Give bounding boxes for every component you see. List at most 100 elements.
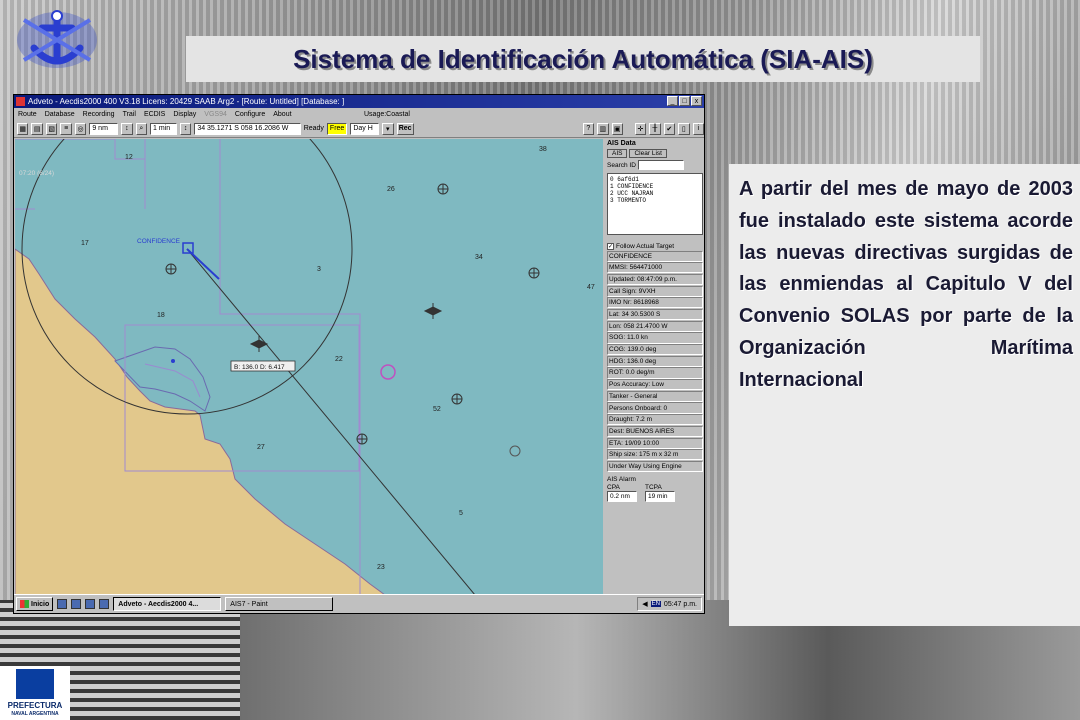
- bearing-distance-box: B: 136.0 D: 6.417: [234, 364, 285, 371]
- detail-row: Under Way Using Engine: [607, 460, 703, 473]
- menu-bar: Route Database Recording Trail ECDIS Dis…: [14, 108, 704, 120]
- check-icon[interactable]: ✔: [663, 122, 676, 135]
- chart-corner-label: 07:20 (6/24): [19, 170, 54, 177]
- panel-icon[interactable]: ▣: [611, 122, 623, 135]
- menu-route[interactable]: Route: [18, 111, 37, 118]
- cpa-input[interactable]: 0.2 nm: [607, 491, 637, 503]
- volume-icon[interactable]: ◀: [642, 600, 647, 608]
- sounding-label: 18: [157, 312, 165, 319]
- grid-icon[interactable]: ▦: [17, 122, 29, 135]
- nautical-chart[interactable]: 12 38 26 17 3 34 47 18 22 52 27 5 23 CON…: [15, 139, 603, 595]
- chart-icon[interactable]: ▧: [45, 122, 58, 135]
- detail-row: Pos Accuracy: Low: [607, 379, 703, 391]
- detail-row: Ship size: 175 m x 32 m: [607, 449, 703, 461]
- rec-button[interactable]: Rec: [396, 122, 414, 135]
- task-paint[interactable]: AIS7 - Paint: [225, 597, 334, 611]
- display-mode-select[interactable]: Day H: [350, 122, 380, 135]
- menu-configure[interactable]: Configure: [235, 111, 265, 118]
- status-ready: Ready: [303, 125, 324, 132]
- ais-target-list[interactable]: 0 6af6d1 1 CONFIDENCE 2 UCC NAJRAN 3 TOR…: [607, 173, 703, 235]
- tcpa-label: TCPA: [645, 484, 662, 492]
- ais-data-panel: AIS Data AIS Clear List Search ID 0 6af6…: [605, 139, 705, 595]
- quicklaunch-desktop-icon[interactable]: [71, 599, 82, 609]
- sounding-label: 26: [387, 186, 395, 193]
- menu-about[interactable]: About: [273, 111, 291, 118]
- quicklaunch-ie-icon[interactable]: [57, 599, 68, 609]
- mode-free-badge[interactable]: Free: [326, 122, 348, 135]
- start-label: Inicio: [31, 600, 50, 608]
- language-indicator[interactable]: EN: [650, 601, 661, 607]
- detail-row: Lat: 34 30.5300 S: [607, 308, 703, 321]
- ais-panel-header: AIS Data: [607, 140, 636, 147]
- sounding-label: 27: [257, 444, 265, 451]
- ais-alarm-group: AIS Alarm CPA 0.2 nm TCPA 19 min: [607, 476, 703, 503]
- close-button[interactable]: x: [691, 96, 702, 106]
- detail-row: Lon: 058 21.4700 W: [607, 320, 703, 332]
- quicklaunch-mail-icon[interactable]: [85, 599, 96, 609]
- measure-icon[interactable]: ╫: [649, 122, 661, 135]
- detail-row: Dest: BUENOS AIRES: [607, 425, 703, 437]
- menu-trail[interactable]: Trail: [123, 111, 136, 118]
- interval-select[interactable]: 1 min: [150, 122, 177, 135]
- clock: 05:47 p.m.: [663, 600, 697, 608]
- ais-alarm-label: AIS Alarm: [607, 476, 636, 484]
- quicklaunch-media-icon[interactable]: [99, 599, 110, 609]
- prefectura-logo: PREFECTURA NAVAL ARGENTINA: [0, 666, 70, 720]
- crosshair-icon[interactable]: ✛: [634, 122, 647, 135]
- menu-vgs94[interactable]: VGS94: [204, 111, 227, 118]
- maximize-button[interactable]: □: [679, 96, 690, 106]
- start-button[interactable]: Inicio: [16, 597, 54, 611]
- sounding-label: 47: [587, 284, 595, 291]
- detail-row: COG: 139.0 deg: [607, 344, 703, 356]
- chart-canvas[interactable]: 12 38 26 17 3 34 47 18 22 52 27 5 23 CON…: [15, 139, 603, 595]
- sounding-label: 12: [125, 154, 133, 161]
- ecdis-window[interactable]: Adveto - Aecdis2000 400 V3.18 Licens: 20…: [13, 94, 705, 614]
- help-icon[interactable]: ?: [582, 122, 595, 135]
- menu-display[interactable]: Display: [173, 111, 196, 118]
- menu-ecdis[interactable]: ECDIS: [144, 111, 165, 118]
- detail-row: CONFIDENCE: [607, 250, 703, 262]
- sounding-label: 52: [433, 406, 441, 413]
- windows-logo-icon: [20, 600, 29, 608]
- menu-database[interactable]: Database: [45, 111, 75, 118]
- detail-row: HDG: 136.0 deg: [607, 355, 703, 367]
- target-icon[interactable]: ◎: [74, 122, 87, 135]
- list-item[interactable]: 1 CONFIDENCE: [610, 183, 700, 190]
- list-item[interactable]: 2 UCC NAJRAN: [610, 190, 700, 197]
- app-icon: [16, 97, 25, 106]
- minimize-button[interactable]: _: [667, 96, 678, 106]
- prefectura-emblem-icon: [16, 669, 54, 699]
- range-select[interactable]: 9 nm: [89, 122, 119, 135]
- list-item[interactable]: 3 TORMENTO: [610, 197, 700, 204]
- table-icon[interactable]: ▥: [597, 122, 609, 135]
- task-adveto[interactable]: Adveto - Aecdis2000 4...: [113, 597, 222, 611]
- usage-label: Usage:Coastal: [364, 110, 410, 118]
- window-titlebar[interactable]: Adveto - Aecdis2000 400 V3.18 Licens: 20…: [14, 95, 704, 108]
- chevron-down-icon[interactable]: ▾: [382, 122, 394, 135]
- detail-row: Draught: 7.2 m: [607, 414, 703, 426]
- target-name-label: CONFIDENCE: [137, 238, 181, 245]
- tcpa-input[interactable]: 19 min: [645, 491, 675, 503]
- book-icon[interactable]: ▯: [678, 122, 690, 135]
- cursor-position-field: 34 35.1271 S 058 16.2086 W: [194, 122, 301, 135]
- interval-spin-icon[interactable]: ↕: [179, 122, 192, 135]
- follow-target-checkbox[interactable]: ✓: [607, 243, 614, 250]
- logo-subtitle: NAVAL ARGENTINA: [11, 711, 59, 717]
- menu-recording[interactable]: Recording: [83, 111, 115, 118]
- list-icon[interactable]: ≡: [60, 122, 72, 135]
- sounding-label: 5: [459, 510, 463, 517]
- layers-icon[interactable]: ▤: [31, 122, 43, 135]
- toolbar: ▦ ▤ ▧ ≡ ◎ 9 nm ↕ ⌕ 1 min ↕ 34 35.1271 S …: [14, 120, 704, 138]
- info-icon[interactable]: i: [692, 122, 704, 135]
- zoom-icon[interactable]: ⌕: [135, 122, 148, 135]
- range-spin-icon[interactable]: ↕: [121, 122, 133, 135]
- logo-name: PREFECTURA: [7, 701, 63, 710]
- cpa-label: CPA: [607, 484, 620, 492]
- description-panel: A partir del mes de mayo de 2003 fue ins…: [729, 164, 1080, 626]
- list-item[interactable]: 0 6af6d1: [610, 176, 700, 183]
- search-id-input[interactable]: [637, 160, 684, 170]
- tab-ais[interactable]: AIS: [607, 149, 628, 158]
- sounding-label: 22: [335, 356, 343, 363]
- clear-list-button[interactable]: Clear List: [629, 149, 667, 158]
- follow-target-label: Follow Actual Target: [616, 243, 675, 250]
